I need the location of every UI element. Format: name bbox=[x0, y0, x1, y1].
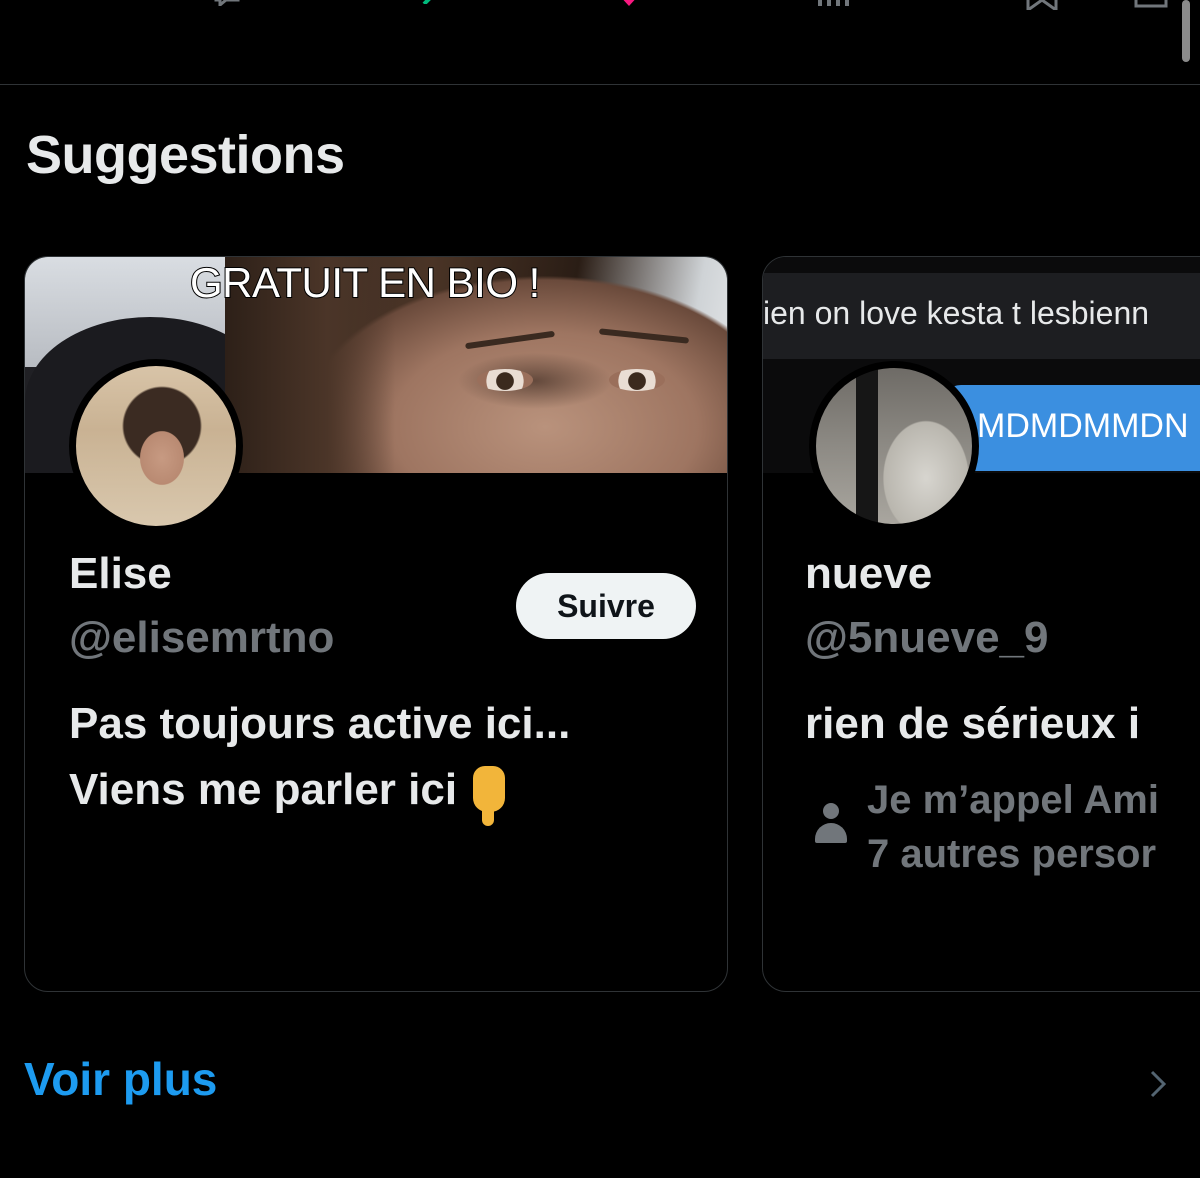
followed-by-text: Je m’appel Ami 7 autres persor bbox=[867, 773, 1159, 881]
reply-icon[interactable] bbox=[214, 0, 240, 6]
avatar[interactable] bbox=[809, 361, 979, 531]
followed-by-line: Je m’appel Ami bbox=[867, 778, 1159, 822]
banner-caption: GRATUIT EN BIO ! bbox=[189, 258, 541, 307]
banner-brow bbox=[465, 330, 555, 350]
banner-eye bbox=[609, 369, 665, 391]
display-name[interactable]: nueve bbox=[805, 549, 932, 599]
display-name[interactable]: Elise bbox=[69, 549, 172, 599]
suggestion-card[interactable]: GRATUIT EN BIO ! Elise @elisemrtno Suivr… bbox=[24, 256, 728, 992]
avatar[interactable] bbox=[69, 359, 243, 533]
bio-line-with-emoji: Viens me parler ici bbox=[69, 757, 570, 826]
profile-bio: rien de sérieux i bbox=[805, 699, 1141, 748]
views-icon[interactable] bbox=[818, 0, 878, 6]
banner-blue-text: MDMDMMDN bbox=[977, 407, 1189, 445]
follow-button[interactable]: Suivre bbox=[516, 573, 696, 639]
person-icon bbox=[813, 803, 849, 847]
user-handle[interactable]: @5nueve_9 bbox=[805, 613, 1048, 663]
user-handle[interactable]: @elisemrtno bbox=[69, 613, 334, 663]
tweet-action-bar bbox=[0, 0, 1200, 85]
bio-line: Viens me parler ici bbox=[69, 765, 458, 814]
repost-icon[interactable] bbox=[410, 0, 450, 4]
banner-brow bbox=[598, 328, 690, 344]
suggestions-title: Suggestions bbox=[26, 125, 345, 185]
pointing-down-icon bbox=[473, 766, 506, 826]
chevron-right-icon[interactable] bbox=[1146, 1068, 1170, 1100]
followed-by-line: 7 autres persor bbox=[867, 832, 1157, 876]
suggestion-card[interactable]: ien on love kesta t lesbienn MDMDMMDN nu… bbox=[762, 256, 1200, 992]
show-more-link[interactable]: Voir plus bbox=[24, 1052, 217, 1106]
like-icon[interactable] bbox=[614, 0, 644, 6]
page: Suggestions GRATUIT EN BIO ! Elise @elis… bbox=[0, 0, 1200, 1178]
share-icon[interactable] bbox=[1134, 0, 1168, 8]
scrollbar[interactable] bbox=[1182, 0, 1190, 62]
bio-line: Pas toujours active ici... bbox=[69, 699, 571, 748]
banner-eye bbox=[477, 369, 533, 391]
bookmark-icon[interactable] bbox=[1024, 0, 1060, 10]
banner-caption: ien on love kesta t lesbienn bbox=[763, 295, 1150, 331]
profile-bio: Pas toujours active ici... Viens me parl… bbox=[69, 691, 571, 826]
